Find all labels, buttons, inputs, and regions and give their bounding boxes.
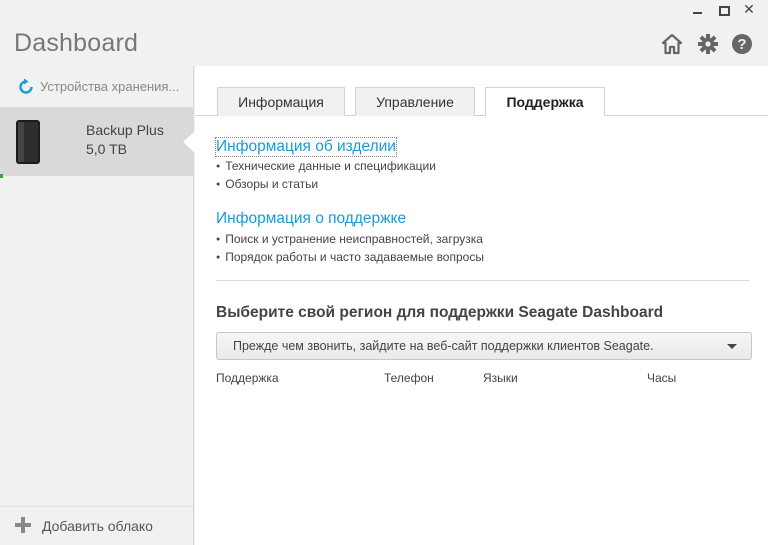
product-info-item[interactable]: Технические данные и спецификации <box>216 159 436 173</box>
support-info-item[interactable]: Порядок работы и часто задаваемые вопрос… <box>216 250 484 264</box>
column-header-support: Поддержка <box>216 371 279 385</box>
sidebar: Устройства хранения... Backup Plus 5,0 T… <box>0 66 195 545</box>
column-header-hours: Часы <box>647 371 677 385</box>
storage-devices-header[interactable]: Устройства хранения... <box>0 66 194 106</box>
minimize-button[interactable] <box>686 0 708 19</box>
tab-information[interactable]: Информация <box>217 87 345 116</box>
svg-text:?: ? <box>737 36 746 53</box>
device-size: 5,0 TB <box>86 141 127 157</box>
main-panel: Информация Управление Поддержка Информац… <box>195 66 768 545</box>
region-select[interactable]: Прежде чем звонить, зайдите на веб-сайт … <box>216 332 752 360</box>
refresh-icon[interactable] <box>17 78 35 96</box>
hard-drive-icon <box>16 120 40 164</box>
tab-bar: Информация Управление Поддержка <box>195 66 768 116</box>
add-cloud-button[interactable]: Добавить облако <box>0 506 193 545</box>
plus-icon <box>15 517 31 533</box>
column-header-languages: Языки <box>483 371 518 385</box>
region-title: Выберите свой регион для поддержки Seaga… <box>216 304 664 321</box>
tab-management[interactable]: Управление <box>355 87 475 116</box>
selection-arrow <box>183 131 195 153</box>
chevron-down-icon <box>727 344 737 349</box>
section-divider <box>216 280 749 281</box>
support-info-link[interactable]: Информация о поддержке <box>216 210 406 228</box>
product-info-link[interactable]: Информация об изделии <box>215 137 397 157</box>
device-name: Backup Plus <box>86 122 164 138</box>
app-header: Dashboard ? <box>0 19 768 66</box>
storage-devices-label: Устройства хранения... <box>40 79 180 94</box>
window-titlebar: ✕ <box>0 0 768 19</box>
gear-icon[interactable] <box>697 33 719 55</box>
maximize-button[interactable] <box>713 0 735 19</box>
active-tab-gap <box>486 115 604 116</box>
device-item-backup-plus[interactable]: Backup Plus 5,0 TB <box>0 107 195 176</box>
product-info-item[interactable]: Обзоры и статьи <box>216 177 318 191</box>
help-icon[interactable]: ? <box>731 33 753 55</box>
column-header-phone: Телефон <box>384 371 434 385</box>
region-select-value: Прежде чем звонить, зайдите на веб-сайт … <box>233 339 654 353</box>
close-button[interactable]: ✕ <box>738 0 760 19</box>
minimize-icon <box>692 11 702 14</box>
status-indicator <box>0 174 3 178</box>
add-cloud-label: Добавить облако <box>42 518 153 534</box>
support-info-item[interactable]: Поиск и устранение неисправностей, загру… <box>216 232 483 246</box>
home-icon[interactable] <box>661 33 683 55</box>
tab-support[interactable]: Поддержка <box>485 87 605 116</box>
app-title: Dashboard <box>14 29 139 57</box>
maximize-icon <box>718 5 730 16</box>
